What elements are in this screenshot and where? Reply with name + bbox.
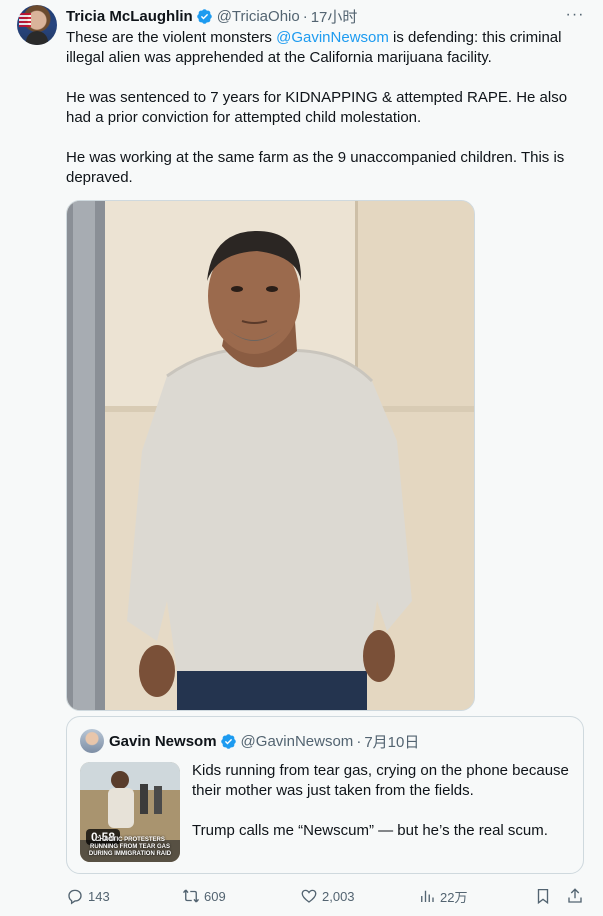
video-caption: CHAOTIC PROTESTERS RUNNING FROM TEAR GAS… — [88, 837, 172, 857]
quoted-paragraph-1: Kids running from tear gas, crying on th… — [192, 762, 569, 799]
mention-link[interactable]: @GavinNewsom — [276, 29, 389, 46]
repost-icon — [182, 889, 200, 903]
flag-decoration — [19, 13, 31, 27]
repost-count: 609 — [204, 888, 226, 904]
quoted-author-handle[interactable]: @GavinNewsom — [241, 733, 354, 750]
author-handle[interactable]: @TriciaOhio — [217, 8, 300, 25]
share-icon — [568, 888, 582, 903]
reply-icon — [68, 889, 82, 905]
heart-icon — [301, 889, 317, 903]
tweet-text: These are the violent monsters @GavinNew… — [66, 28, 586, 208]
quoted-author-avatar[interactable] — [80, 729, 104, 753]
bookmark-button[interactable] — [534, 884, 552, 908]
quoted-tweet-time[interactable]: 7月10日 — [364, 731, 419, 752]
views-chart-icon — [421, 890, 434, 902]
quoted-video-thumbnail[interactable]: 0:58 CHAOTIC PROTESTERS RUNNING FROM TEA… — [80, 762, 180, 862]
separator-dot: · — [356, 732, 362, 750]
verified-badge-icon — [220, 733, 236, 749]
repost-button[interactable]: 609 — [182, 884, 226, 908]
reply-button[interactable]: 143 — [66, 884, 110, 908]
quoted-paragraph-2: Trump calls me “Newscum” — but he’s the … — [192, 822, 548, 839]
reply-count: 143 — [88, 888, 110, 904]
avatar-figure — [26, 31, 48, 45]
tweet-header: Tricia McLaughlin @TriciaOhio · 17小时 — [66, 6, 357, 26]
quoted-author-name[interactable]: Gavin Newsom — [109, 733, 217, 750]
views-button[interactable]: 22万 — [418, 884, 467, 908]
photo-illustration — [67, 201, 474, 710]
tweet-actions: 143 609 2,003 22万 — [60, 884, 590, 908]
verified-badge-icon — [196, 8, 212, 24]
like-button[interactable]: 2,003 — [300, 884, 355, 908]
quoted-tweet[interactable]: Gavin Newsom @GavinNewsom · 7月10日 0:58 C… — [66, 716, 584, 874]
views-count: 22万 — [440, 889, 468, 905]
tweet-paragraph-3: He was working at the same farm as the 9… — [66, 149, 565, 186]
bookmark-icon — [537, 888, 549, 905]
share-button[interactable] — [566, 884, 584, 908]
more-options-icon[interactable]: ··· — [564, 6, 586, 24]
like-count: 2,003 — [322, 888, 355, 904]
tweet-text-part1: These are the violent monsters — [66, 29, 277, 46]
tweet[interactable]: Tricia McLaughlin @TriciaOhio · 17小时 ···… — [0, 0, 603, 916]
quoted-tweet-header: Gavin Newsom @GavinNewsom · 7月10日 — [109, 731, 419, 751]
tweet-photo[interactable] — [66, 200, 475, 711]
author-name[interactable]: Tricia McLaughlin — [66, 8, 193, 25]
tweet-paragraph-1: These are the violent monsters @GavinNew… — [66, 28, 586, 68]
tweet-time[interactable]: 17小时 — [311, 6, 358, 27]
tweet-paragraph-2: He was sentenced to 7 years for KIDNAPPI… — [66, 89, 568, 126]
quoted-tweet-text: Kids running from tear gas, crying on th… — [192, 761, 572, 861]
separator-dot: · — [302, 7, 308, 25]
author-avatar[interactable] — [17, 5, 57, 45]
